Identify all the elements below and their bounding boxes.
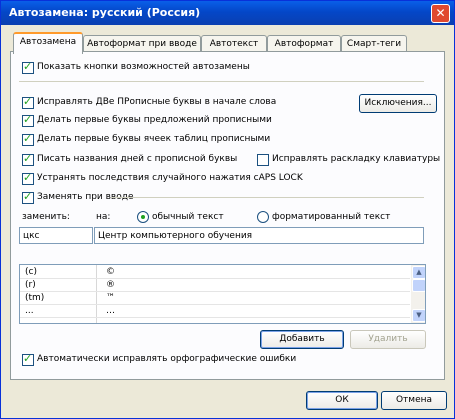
autocorrect-list[interactable]: (c) © (r) ® (tm) ™ ... … ▲ ▼ <box>19 264 426 324</box>
plain-text-radio[interactable] <box>137 211 149 223</box>
close-button[interactable]: ✕ <box>431 4 450 23</box>
list-item[interactable]: ... … <box>20 306 410 318</box>
list-item-to: © <box>106 267 115 277</box>
scroll-down-icon[interactable]: ▼ <box>412 309 425 322</box>
show-buttons-label: Показать кнопки возможностей автозамены <box>37 62 250 72</box>
delete-button[interactable]: Удалить <box>350 330 426 349</box>
formatted-text-radio[interactable] <box>257 211 269 223</box>
plain-text-label: обычный текст <box>152 212 224 222</box>
show-buttons-checkbox[interactable] <box>22 60 34 74</box>
scroll-up-icon[interactable]: ▲ <box>412 266 425 279</box>
list-item-from: (tm) <box>25 293 45 303</box>
auto-spell-checkbox[interactable] <box>22 352 34 366</box>
list-scrollbar[interactable]: ▲ ▼ <box>411 265 425 323</box>
list-item[interactable]: (r) ® <box>20 280 410 292</box>
fix-keyboard-layout-checkbox[interactable] <box>257 154 269 166</box>
list-item[interactable]: (tm) ™ <box>20 293 410 305</box>
list-item-to: … <box>106 306 115 316</box>
capitalize-table-cells-checkbox[interactable] <box>22 132 34 146</box>
tab-autocorrect[interactable]: Автозамена <box>13 32 83 54</box>
capitalize-days-checkbox[interactable] <box>22 152 34 166</box>
separator <box>111 197 424 198</box>
list-item[interactable]: (c) © <box>20 267 410 279</box>
fix-two-caps-label: Исправлять ДВе ПРописные буквы в начале … <box>37 97 277 107</box>
cancel-button[interactable]: Отмена <box>381 391 447 410</box>
fix-caps-lock-label: Устранять последствия случайного нажатия… <box>37 173 303 183</box>
replace-label: заменить: <box>22 212 70 222</box>
replace-as-type-checkbox[interactable] <box>22 190 34 204</box>
with-input[interactable]: Центр компьютерного обучения <box>94 227 424 244</box>
formatted-text-label: форматированный текст <box>272 212 391 222</box>
list-item-to: ™ <box>106 293 115 303</box>
capitalize-table-cells-label: Делать первые буквы ячеек таблиц прописн… <box>37 134 271 144</box>
capitalize-days-label: Писать названия дней с прописной буквы <box>37 154 238 164</box>
exceptions-button[interactable]: Исключения... <box>359 94 437 113</box>
scroll-thumb[interactable] <box>412 279 425 292</box>
separator <box>19 81 424 82</box>
tab-autoformat-as-you-type[interactable]: Автоформат при вводе <box>83 35 201 52</box>
list-item-from: (r) <box>25 280 36 290</box>
autocorrect-dialog: Автозамена: русский (Россия) ✕ Автозамен… <box>0 0 455 419</box>
title-bar[interactable]: Автозамена: русский (Россия) ✕ <box>1 1 454 25</box>
auto-spell-label: Автоматически исправлять орфографические… <box>37 354 297 364</box>
window-title: Автозамена: русский (Россия) <box>9 6 201 19</box>
fix-keyboard-layout-label: Исправлять раскладку клавиатуры <box>272 154 441 164</box>
fix-caps-lock-checkbox[interactable] <box>22 171 34 185</box>
replace-input[interactable]: цкс <box>19 227 93 244</box>
with-label: на: <box>96 212 111 222</box>
capitalize-sentences-label: Делать первые буквы предложений прописны… <box>37 115 272 125</box>
fix-two-caps-checkbox[interactable] <box>22 95 34 109</box>
tab-autotext[interactable]: Автотекст <box>201 35 267 52</box>
tab-autoformat[interactable]: Автоформат <box>267 35 341 52</box>
capitalize-sentences-checkbox[interactable] <box>22 113 34 127</box>
add-button[interactable]: Добавить <box>260 330 344 349</box>
list-item-from: ... <box>25 306 34 316</box>
tab-smart-tags[interactable]: Смарт-теги <box>341 35 407 52</box>
list-item-from: (c) <box>25 267 37 277</box>
list-item-to: ® <box>106 280 115 290</box>
ok-button[interactable]: ОК <box>306 391 378 410</box>
